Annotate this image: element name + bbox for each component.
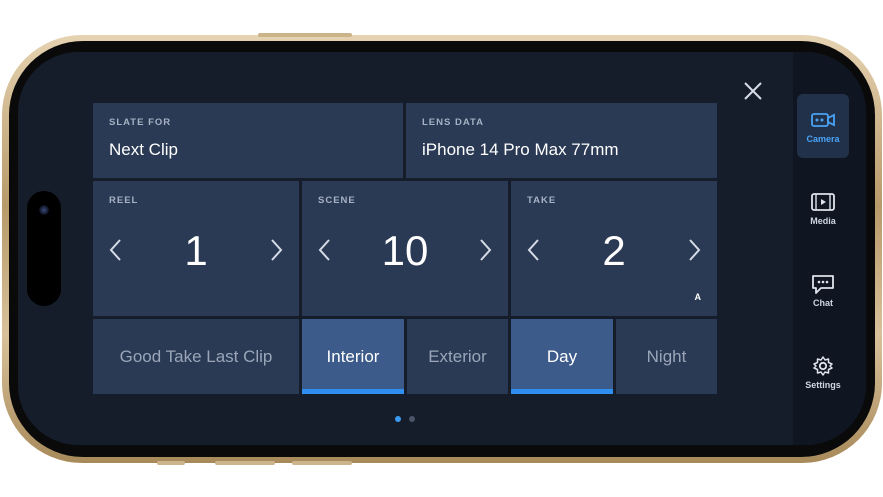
- camera-cutout: [27, 191, 61, 306]
- phone-button: [292, 461, 352, 465]
- lens-data-panel[interactable]: LENS DATA iPhone 14 Pro Max 77mm: [406, 103, 717, 178]
- close-icon: [744, 82, 762, 100]
- exterior-toggle[interactable]: Exterior: [407, 319, 508, 394]
- slate-for-value: Next Clip: [109, 140, 178, 159]
- screen: SLATE FOR Next Clip LENS DATA iPhone 14 …: [18, 52, 866, 445]
- sidebar-item-label: Chat: [813, 297, 833, 308]
- sidebar-item-label: Settings: [805, 379, 841, 390]
- page-indicator[interactable]: [395, 416, 415, 422]
- phone-button: [258, 33, 352, 37]
- chat-icon: [812, 274, 834, 294]
- sidebar-item-label: Camera: [806, 133, 840, 144]
- scene-increment-button[interactable]: [476, 238, 494, 262]
- lens-data-label: LENS DATA: [422, 117, 484, 128]
- take-increment-button[interactable]: [685, 238, 703, 262]
- front-camera-icon: [39, 205, 49, 215]
- sidebar-item-settings[interactable]: Settings: [797, 340, 849, 404]
- reel-label: REEL: [109, 195, 139, 206]
- take-panel: TAKE 2 A: [511, 181, 717, 316]
- sidebar-item-label: Media: [810, 215, 836, 226]
- page-dot-2[interactable]: [409, 416, 415, 422]
- sidebar-item-camera[interactable]: Camera: [797, 94, 849, 158]
- take-suffix: A: [694, 292, 702, 302]
- day-toggle[interactable]: Day: [511, 319, 613, 394]
- chevron-right-icon: [689, 239, 701, 261]
- camera-icon: [811, 112, 835, 127]
- page-dot-1[interactable]: [395, 416, 401, 422]
- slate-for-panel[interactable]: SLATE FOR Next Clip: [93, 103, 403, 178]
- night-toggle[interactable]: Night: [616, 319, 717, 394]
- close-button[interactable]: [742, 80, 764, 102]
- take-label: TAKE: [527, 195, 557, 206]
- reel-increment-button[interactable]: [267, 238, 285, 262]
- lens-data-value: iPhone 14 Pro Max 77mm: [422, 140, 619, 159]
- interior-toggle[interactable]: Interior: [302, 319, 404, 394]
- sidebar: Camera Media Chat Settings: [793, 52, 866, 445]
- sidebar-item-chat[interactable]: Chat: [797, 258, 849, 322]
- scene-label: SCENE: [318, 195, 356, 206]
- gear-icon: [813, 355, 833, 376]
- scene-panel: SCENE 10: [302, 181, 508, 316]
- slate-for-label: SLATE FOR: [109, 117, 172, 128]
- good-take-button[interactable]: Good Take Last Clip: [93, 319, 299, 394]
- chevron-right-icon: [271, 239, 283, 261]
- phone-button: [157, 461, 185, 465]
- reel-panel: REEL 1: [93, 181, 299, 316]
- phone-button: [215, 461, 275, 465]
- sidebar-item-media[interactable]: Media: [797, 176, 849, 240]
- chevron-right-icon: [480, 239, 492, 261]
- film-icon: [811, 192, 835, 211]
